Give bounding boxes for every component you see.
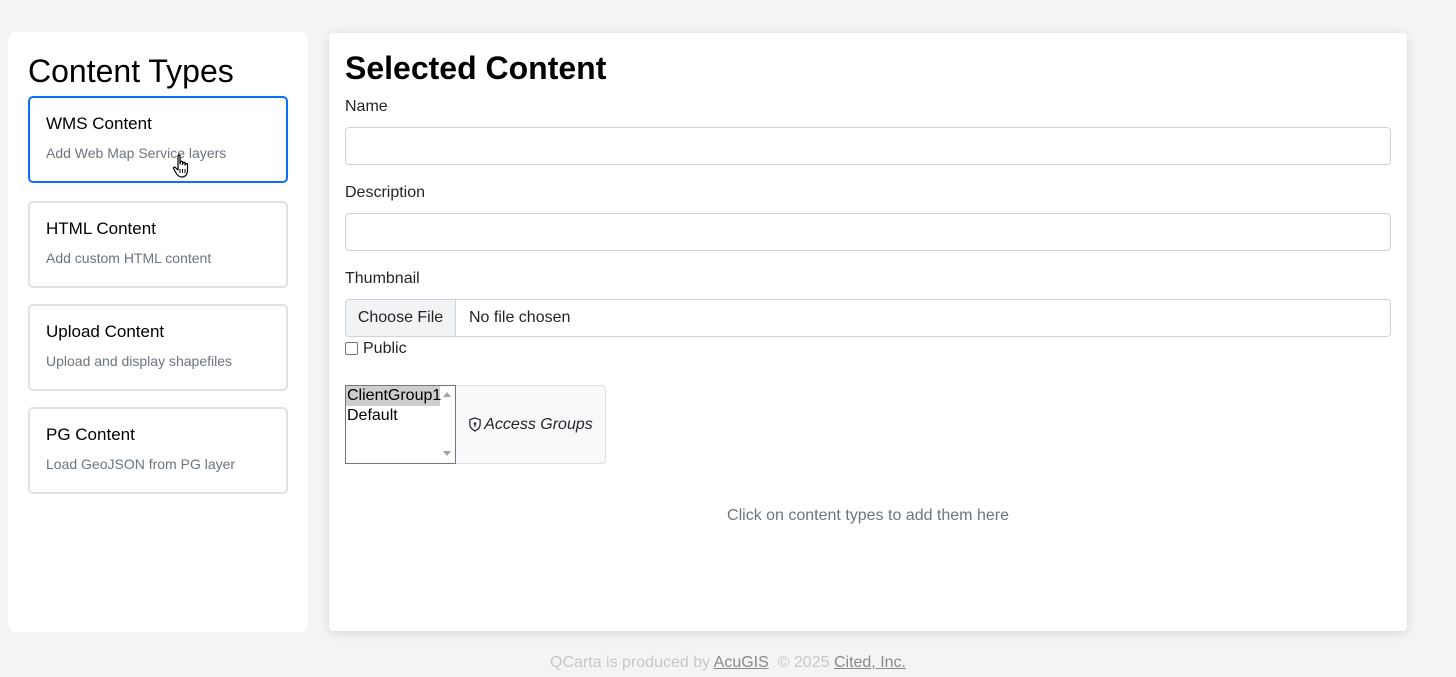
selected-content-panel: Selected Content Name Description Thumbn… (329, 33, 1407, 631)
file-status-text: No file chosen (469, 309, 571, 326)
copyright-text: © 2025 (777, 654, 830, 671)
selected-content-title: Selected Content (345, 50, 607, 86)
choose-file-button[interactable]: Choose File (346, 300, 456, 336)
public-checkbox[interactable] (345, 341, 358, 355)
access-groups-text: Access Groups (484, 415, 593, 433)
description-input[interactable] (345, 213, 1391, 251)
content-type-desc: Upload and display shapefiles (46, 353, 233, 369)
group-option[interactable]: ClientGroup1 (346, 386, 441, 406)
footer: QCarta is produced by AcuGIS © 2025 Cite… (0, 654, 1456, 672)
shield-lock-icon (469, 417, 482, 432)
empty-hint: Click on content types to add them here (727, 507, 1009, 524)
public-checkbox-row[interactable]: Public (345, 340, 407, 358)
public-label: Public (363, 340, 407, 357)
content-type-desc: Add custom HTML content (46, 250, 212, 266)
acugis-link[interactable]: AcuGIS (714, 654, 769, 671)
access-groups-group: ClientGroup1 Default Access Groups (345, 385, 606, 464)
access-groups-label: Access Groups (456, 385, 606, 464)
description-label: Description (345, 184, 426, 201)
thumbnail-file-input[interactable]: Choose File No file chosen (345, 299, 1391, 337)
name-label: Name (345, 98, 388, 115)
content-type-title: WMS Content (46, 114, 152, 133)
content-type-desc: Add Web Map Service layers (46, 145, 227, 161)
group-option[interactable]: Default (346, 406, 440, 426)
content-type-title: PG Content (46, 425, 135, 444)
footer-text: QCarta is produced by (550, 654, 711, 671)
name-input[interactable] (345, 127, 1391, 165)
content-type-title: Upload Content (46, 322, 165, 341)
select-scrollbar[interactable] (439, 386, 455, 463)
access-groups-select[interactable]: ClientGroup1 Default (345, 385, 456, 464)
content-type-upload[interactable]: Upload Content Upload and display shapef… (28, 304, 288, 391)
content-type-html[interactable]: HTML Content Add custom HTML content (28, 201, 288, 288)
scroll-down-icon[interactable] (443, 451, 451, 456)
thumbnail-label: Thumbnail (345, 270, 420, 287)
content-types-panel: Content Types WMS Content Add Web Map Se… (8, 32, 308, 632)
content-types-title: Content Types (28, 53, 234, 89)
content-type-title: HTML Content (46, 219, 156, 238)
cited-link[interactable]: Cited, Inc. (834, 654, 906, 671)
content-type-wms[interactable]: WMS Content Add Web Map Service layers (28, 96, 288, 183)
scroll-up-icon[interactable] (443, 392, 451, 397)
hand-cursor-icon (172, 154, 189, 178)
content-type-desc: Load GeoJSON from PG layer (46, 456, 236, 472)
content-type-pg[interactable]: PG Content Load GeoJSON from PG layer (28, 407, 288, 494)
